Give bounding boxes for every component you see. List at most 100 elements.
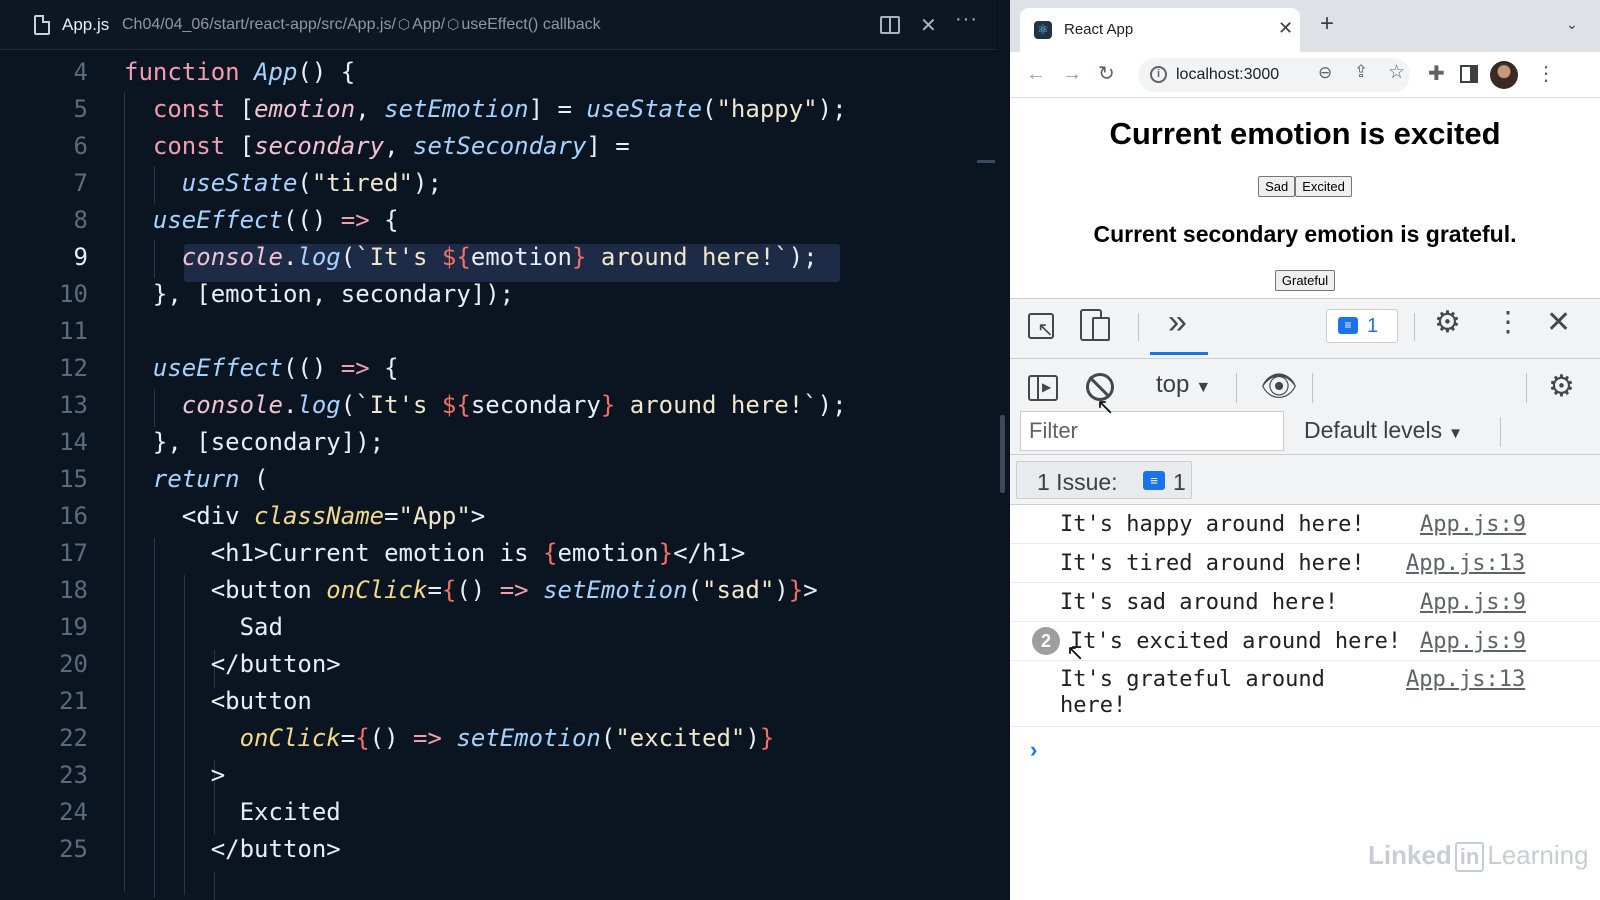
code-line[interactable]: 20 </button> xyxy=(0,646,996,683)
toolbar-divider xyxy=(1526,373,1527,403)
line-content: </button> xyxy=(124,650,341,678)
split-editor-icon[interactable] xyxy=(880,16,900,34)
editor-scrollbar[interactable] xyxy=(1000,415,1005,493)
line-number: 16 xyxy=(59,502,88,530)
console-source-link[interactable]: App.js:13 xyxy=(1406,551,1525,577)
line-number: 4 xyxy=(73,58,88,86)
zoom-icon[interactable]: ⊖ xyxy=(1318,63,1332,83)
console-message-text: It's tired around here! xyxy=(1060,551,1365,576)
excited-button[interactable]: Excited xyxy=(1295,176,1352,197)
line-number: 13 xyxy=(59,391,88,419)
line-number: 6 xyxy=(73,132,88,160)
new-tab-button[interactable]: + xyxy=(1320,12,1334,36)
browser-tab[interactable]: ⚛ React App ✕ xyxy=(1020,8,1300,52)
code-area[interactable]: 4 function App() { 5 const [emotion, setE… xyxy=(0,54,996,900)
code-line[interactable]: 24 Excited xyxy=(0,794,996,831)
code-line[interactable]: 12 useEffect(() => { xyxy=(0,350,996,387)
close-icon[interactable]: ✕ xyxy=(920,13,937,38)
code-line[interactable]: 25 </button> xyxy=(0,831,996,868)
url-text[interactable]: localhost:3000 xyxy=(1176,66,1279,84)
code-line[interactable]: 5 const [emotion, setEmotion] = useState… xyxy=(0,91,996,128)
line-content: return ( xyxy=(152,465,269,493)
line-content: const [emotion, setEmotion] = useState("… xyxy=(152,95,847,123)
code-line[interactable]: 10 }, [emotion, secondary]); xyxy=(0,276,996,313)
avatar[interactable] xyxy=(1490,61,1518,89)
issues-count: 1 xyxy=(1367,315,1379,337)
browser-tab-title: React App xyxy=(1064,21,1134,38)
kebab-menu-icon[interactable]: ⋮ xyxy=(1494,306,1522,338)
code-line[interactable]: 16 <div className="App"> xyxy=(0,498,996,535)
back-arrow-icon[interactable]: ← xyxy=(1026,62,1046,86)
issues-label: 1 Issue: xyxy=(1037,469,1118,495)
more-actions-icon[interactable]: ··· xyxy=(955,8,978,31)
line-number: 20 xyxy=(59,650,88,678)
code-line[interactable]: 8 useEffect(() => { xyxy=(0,202,996,239)
console-prompt-icon[interactable]: › xyxy=(1030,737,1037,763)
address-bar[interactable]: i localhost:3000 ⊖ ⇪ ☆ xyxy=(1138,58,1410,92)
star-icon[interactable]: ☆ xyxy=(1388,61,1405,84)
line-content: useEffect(() => { xyxy=(152,354,399,382)
gear-icon[interactable]: ⚙ xyxy=(1548,371,1575,403)
line-number: 17 xyxy=(59,539,88,567)
emotion-button-row: Sad Excited xyxy=(1010,176,1600,197)
code-line[interactable]: 7 useState("tired"); xyxy=(0,165,996,202)
gear-icon[interactable]: ⚙ xyxy=(1434,307,1461,339)
sad-button[interactable]: Sad xyxy=(1258,176,1296,197)
grateful-button[interactable]: Grateful xyxy=(1274,270,1336,291)
more-tabs-icon[interactable]: » xyxy=(1168,305,1187,339)
code-line[interactable]: 4 function App() { xyxy=(0,54,996,91)
issues-bar: 1 Issue: ≡ 1 xyxy=(1010,455,1600,505)
device-toggle-icon[interactable] xyxy=(1080,309,1110,341)
line-number: 23 xyxy=(59,761,88,789)
code-line[interactable]: 22 onClick={() => setEmotion("excited")} xyxy=(0,720,996,757)
kebab-menu-icon[interactable]: ⋮ xyxy=(1536,62,1556,86)
breadcrumb-symbol-callback[interactable]: useEffect() callback xyxy=(461,16,600,33)
code-line[interactable]: 9 console.log(`It's ${emotion} around he… xyxy=(0,239,996,276)
console-source-link[interactable]: App.js:9 xyxy=(1420,512,1526,538)
line-number: 11 xyxy=(59,317,88,345)
inspect-element-icon[interactable] xyxy=(1028,313,1054,342)
code-line[interactable]: 21 <button xyxy=(0,683,996,720)
code-line[interactable]: 14 }, [secondary]); xyxy=(0,424,996,461)
breadcrumb-path[interactable]: Ch04/04_06/start/react-app/src/App.js/ xyxy=(122,16,396,33)
toolbar-divider xyxy=(1138,313,1139,341)
close-icon[interactable]: ✕ xyxy=(1546,307,1571,339)
close-tab-icon[interactable]: ✕ xyxy=(1278,18,1293,39)
share-icon[interactable]: ⇪ xyxy=(1354,62,1368,82)
code-line[interactable]: 23 > xyxy=(0,757,996,794)
code-line[interactable]: 13 console.log(`It's ${secondary} around… xyxy=(0,387,996,424)
filter-input[interactable] xyxy=(1020,411,1284,451)
line-content: }, [emotion, secondary]); xyxy=(124,280,515,308)
issues-link-count: 1 xyxy=(1173,469,1186,495)
site-info-icon[interactable]: i xyxy=(1150,66,1167,83)
forward-arrow-icon[interactable]: → xyxy=(1062,62,1082,86)
editor-tab-filename[interactable]: App.js xyxy=(62,15,109,35)
console-source-link[interactable]: App.js:9 xyxy=(1420,629,1526,655)
log-levels-select[interactable]: Default levels ▼ xyxy=(1304,417,1463,444)
code-line[interactable]: 15 return ( xyxy=(0,461,996,498)
issues-counter-button[interactable]: ≡ 1 xyxy=(1326,309,1398,343)
console-message: It's sad around here! App.js:9 xyxy=(1010,583,1600,622)
code-line[interactable]: 11 xyxy=(0,313,996,350)
chevron-down-icon[interactable]: ⌄ xyxy=(1566,16,1578,33)
code-line[interactable]: 6 const [secondary, setSecondary] = xyxy=(0,128,996,165)
console-source-link[interactable]: App.js:13 xyxy=(1406,667,1525,693)
watermark-logo: in xyxy=(1454,842,1485,872)
sidebar-toggle-icon[interactable] xyxy=(1028,375,1058,401)
code-line[interactable]: 19 Sad xyxy=(0,609,996,646)
breadcrumb-symbol-app[interactable]: App/ xyxy=(412,16,445,33)
puzzle-icon[interactable]: ✚ xyxy=(1428,62,1445,86)
reload-icon[interactable]: ↻ xyxy=(1098,62,1115,86)
issues-link[interactable]: 1 Issue: ≡ 1 xyxy=(1016,461,1192,499)
code-line[interactable]: 18 <button onClick={() => setEmotion("sa… xyxy=(0,572,996,609)
code-editor[interactable]: App.js Ch04/04_06/start/react-app/src/Ap… xyxy=(0,0,1005,900)
line-number: 14 xyxy=(59,428,88,456)
context-select[interactable]: top ▼ xyxy=(1156,371,1211,399)
code-line[interactable]: 17 <h1>Current emotion is {emotion}</h1> xyxy=(0,535,996,572)
breadcrumb[interactable]: Ch04/04_06/start/react-app/src/App.js/⬡ A… xyxy=(122,16,601,34)
console-source-link[interactable]: App.js:9 xyxy=(1420,590,1526,616)
devtools-toolbar: » ≡ 1 ⚙ ⋮ ✕ xyxy=(1010,299,1600,359)
line-content: const [secondary, setSecondary] = xyxy=(152,132,630,160)
side-panel-icon[interactable] xyxy=(1460,65,1478,83)
eye-icon[interactable]: 👁 xyxy=(1260,372,1298,402)
